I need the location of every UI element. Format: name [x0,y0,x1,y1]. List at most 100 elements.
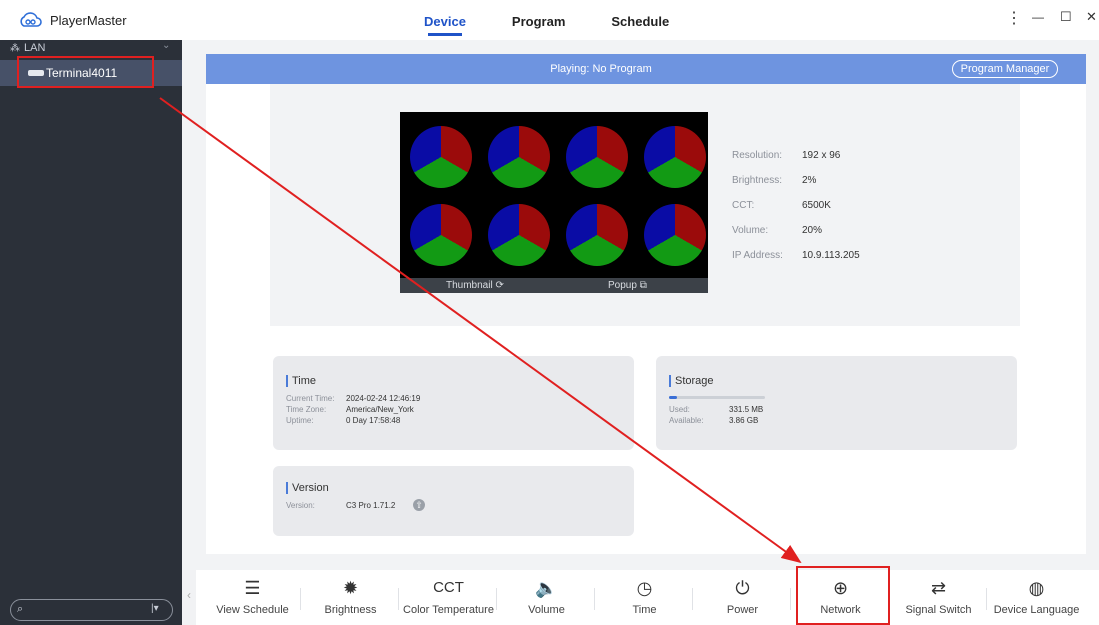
tool-power[interactable]: ⏻ Power [694,570,791,625]
chevron-down-icon[interactable]: ⌄ [162,40,170,51]
tool-label: Color Temperature [403,604,494,616]
test-pattern-pie [410,126,472,188]
tool-device-language[interactable]: ◍ Device Language [988,570,1085,625]
divider [986,588,987,610]
minimize-button[interactable]: — [1032,10,1044,24]
screen-thumbnail: Thumbnail ⟳ Popup ⧉ [400,112,708,293]
kv-row: Current Time: 2024-02-24 12:46:19 [286,394,420,403]
maximize-button[interactable]: ☐ [1060,9,1072,25]
divider [692,588,693,610]
storage-card: Storage Used: 331.5 MB Available: 3.86 G… [656,356,1017,450]
tool-signal-switch[interactable]: ⇄ Signal Switch [890,570,987,625]
kv-row: Available: 3.86 GB [669,416,758,425]
time-card: Time Current Time: 2024-02-24 12:46:19 T… [273,356,634,450]
kv-row: Used: 331.5 MB [669,405,763,414]
kv-label: Used: [669,405,690,414]
version-card-title: Version [286,482,329,494]
tool-label: View Schedule [216,604,289,616]
cct-icon: CCT [433,579,464,596]
storage-usage-bar [669,396,765,399]
storage-card-title: Storage [669,375,714,387]
language-globe-icon: ◍ [1028,578,1045,598]
kv-label: Available: [669,416,704,425]
kv-value: 331.5 MB [729,405,764,414]
tab-device[interactable]: Device [424,0,466,40]
kv-row: Time Zone: America/New_York [286,405,414,414]
search-input[interactable]: ⌕ |▾ [10,599,173,621]
time-card-title: Time [286,375,316,387]
lan-network-icon: ⁂ [10,43,20,54]
divider [790,588,791,610]
kv-value: 0 Day 17:58:48 [346,416,401,425]
annotation-highlight-terminal [17,56,154,88]
kv-value: America/New_York [346,405,414,414]
tool-label: Time [632,604,657,616]
tool-volume[interactable]: 🔈 Volume [498,570,595,625]
storage-usage-fill [669,396,677,399]
preview-panel: Thumbnail ⟳ Popup ⧉ Resolution: 192 x 96… [270,84,1020,326]
bottom-toolbar: ☰ View Schedule ✹ Brightness CCT Color T… [196,570,1099,625]
tool-label: Power [726,604,759,616]
main-panel: Playing: No Program Program Manager Thum… [182,40,1099,625]
close-button[interactable]: ✕ [1086,9,1097,25]
tool-color-temperature[interactable]: CCT Color Temperature [400,570,497,625]
test-pattern-pie [644,204,706,266]
version-card: Version Version: C3 Pro 1.71.2 ⇧ [273,466,634,536]
thumbnail-image [400,112,708,278]
tool-label: Brightness [324,604,377,616]
info-label: IP Address: [732,250,783,261]
info-value: 2% [802,175,817,186]
divider [594,588,595,610]
more-menu-icon[interactable]: ⋮ [1006,8,1022,28]
tool-brightness[interactable]: ✹ Brightness [302,570,399,625]
divider [398,588,399,610]
divider [300,588,301,610]
info-value: 192 x 96 [802,150,841,161]
kv-value: 2024-02-24 12:46:19 [346,394,421,403]
tab-schedule[interactable]: Schedule [611,0,669,40]
view-schedule-icon: ☰ [244,578,261,598]
app-title: PlayerMaster [50,13,127,28]
lan-group-label: LAN [24,42,46,54]
tab-program[interactable]: Program [512,0,565,40]
kv-row: Version: C3 Pro 1.71.2 [286,501,395,510]
test-pattern-pie [644,126,706,188]
main-tabs: Device Program Schedule [424,0,715,40]
program-manager-button[interactable]: Program Manager [952,60,1058,78]
test-pattern-pie [488,204,550,266]
volume-icon: 🔈 [535,578,558,598]
tool-label: Device Language [993,604,1080,616]
info-value: 6500K [802,200,831,211]
kv-label: Current Time: [286,394,335,403]
info-label: Brightness: [732,175,783,186]
tool-view-schedule[interactable]: ☰ View Schedule [204,570,301,625]
annotation-highlight-network [796,566,890,625]
kv-label: Version: [286,501,315,510]
info-label: Volume: [732,225,769,236]
kv-row: Uptime: 0 Day 17:58:48 [286,416,400,425]
sidebar: ⁂ LAN ⌄ Terminal4011 ⌕ |▾ [0,40,182,625]
collapse-sidebar-handle[interactable]: ‹ [182,570,196,625]
search-icon: ⌕ [17,603,24,615]
power-icon: ⏻ [735,578,750,598]
tool-label: Volume [528,604,565,616]
divider [496,588,497,610]
signal-switch-icon: ⇄ [930,578,947,598]
app-logo-icon [20,12,42,27]
info-label: Resolution: [732,150,783,161]
thumbnail-footer: Thumbnail ⟳ Popup ⧉ [400,278,708,293]
popup-button[interactable]: Popup ⧉ [608,280,647,291]
test-pattern-pie [566,126,628,188]
playing-status: Playing: No Program [550,63,652,75]
test-pattern-pie [410,204,472,266]
tool-time[interactable]: ◷ Time [596,570,693,625]
upgrade-icon[interactable]: ⇧ [413,499,425,511]
title-bar: PlayerMaster Device Program Schedule ⋮ —… [0,0,1099,40]
info-value: 10.9.113.205 [802,250,860,261]
kv-value: C3 Pro 1.71.2 [346,501,396,510]
test-pattern-pie [488,126,550,188]
thumbnail-refresh-button[interactable]: Thumbnail ⟳ [446,280,504,291]
status-bar: Playing: No Program Program Manager [206,54,1086,84]
filter-dropdown-icon[interactable]: |▾ [151,603,159,614]
brightness-icon: ✹ [342,578,359,598]
